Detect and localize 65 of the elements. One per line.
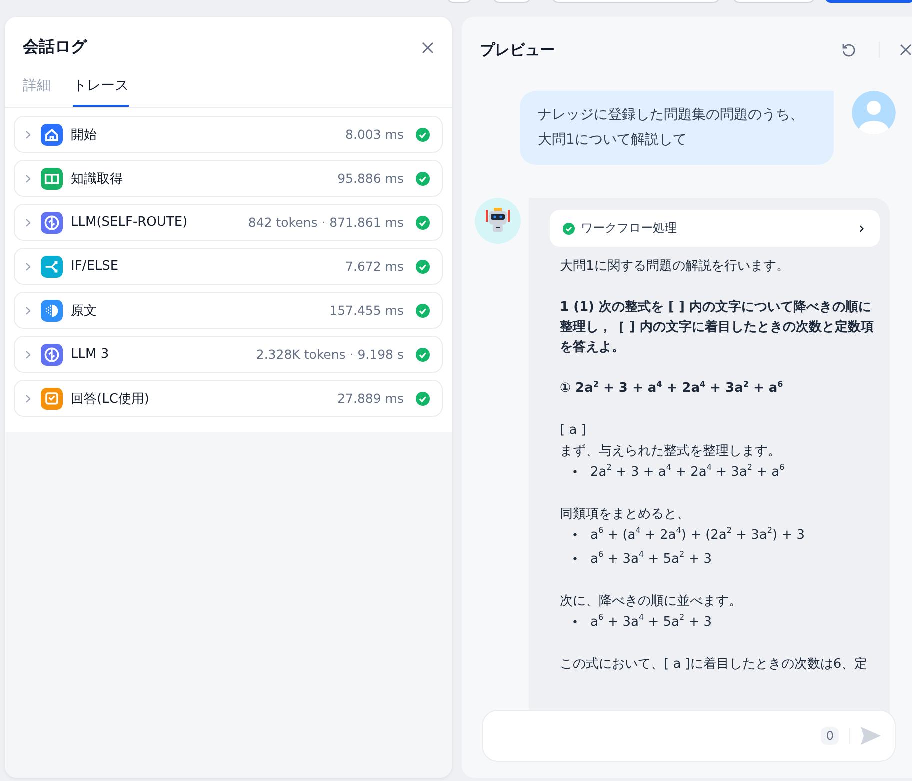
node-icon	[41, 300, 63, 322]
success-icon	[416, 172, 430, 186]
trace-row[interactable]: 回答(LC使用) 27.889 ms	[14, 380, 443, 417]
answer-text: 次に、降べきの順に並べます。	[560, 593, 743, 611]
close-icon[interactable]	[422, 42, 434, 54]
workflow-toggle[interactable]: ワークフロー処理	[550, 210, 880, 247]
success-icon	[416, 392, 430, 406]
trace-row[interactable]: LLM(SELF-ROUTE) 842 tokens · 871.861 ms	[14, 204, 443, 241]
preview-title: プレビュー	[480, 40, 556, 60]
list-item: a$^{6}$ + (a$^{4}$ + 2a$^{4}$) + (2a$^{2}$ + 3a$^{2}$) + 3	[590, 525, 805, 545]
node-name: 開始	[71, 126, 98, 144]
send-icon[interactable]	[860, 726, 882, 746]
trace-row[interactable]: 開始 8.003 ms	[14, 116, 443, 153]
node-icon	[41, 344, 63, 366]
node-icon	[41, 124, 63, 146]
node-metrics: 842 tokens · 871.861 ms	[248, 215, 404, 230]
trace-row[interactable]: LLM 3 2.328K tokens · 9.198 s	[14, 336, 443, 373]
node-metrics: 2.328K tokens · 9.198 s	[256, 347, 404, 362]
node-name: LLM(SELF-ROUTE)	[71, 215, 189, 230]
success-icon	[416, 216, 430, 230]
node-metrics: 95.886 ms	[338, 171, 404, 186]
node-name: 知識取得	[71, 170, 124, 188]
trace-row[interactable]: 知識取得 95.886 ms	[14, 160, 443, 197]
bullet: •	[572, 528, 578, 544]
refresh-icon[interactable]	[841, 42, 857, 58]
node-name: LLM 3	[71, 347, 110, 362]
bullet: •	[572, 615, 578, 631]
panel-title: 会話ログ	[23, 37, 87, 58]
list-item: 2a$^{2}$ + 3 + a$^{4}$ + 2a$^{4}$ + 3a$^{2}$ + a$^{6}$	[590, 462, 785, 482]
node-name: IF/ELSE	[71, 259, 120, 274]
trace-row[interactable]: 原文 157.455 ms	[14, 292, 443, 329]
robot-avatar	[475, 198, 521, 244]
success-icon	[416, 348, 430, 362]
node-name: 回答(LC使用)	[71, 390, 150, 408]
user-avatar	[852, 91, 896, 135]
node-name: 原文	[71, 302, 98, 320]
node-icon	[41, 168, 63, 190]
answer-text: 1 (1) 次の整式を [ ] 内の文字について降べきの順に整理し，［ ] 内の文字に着目したときの次数と定数項を答えよ。	[560, 298, 874, 357]
node-icon	[41, 212, 63, 234]
node-metrics: 27.889 ms	[338, 391, 404, 406]
answer-text: 大問1に関する問題の解説を行います。	[560, 258, 790, 276]
success-icon	[416, 304, 430, 318]
trace-row[interactable]: IF/ELSE 7.672 ms	[14, 248, 443, 285]
message-input[interactable]: 0	[482, 710, 896, 762]
node-metrics: 7.672 ms	[346, 259, 404, 274]
answer-text: まず、与えられた整式を整理します。	[560, 443, 782, 461]
list-item: a$^{6}$ + 3a$^{4}$ + 5a$^{2}$ + 3	[590, 612, 712, 632]
node-icon	[41, 388, 63, 410]
node-metrics: 8.003 ms	[346, 127, 404, 142]
user-message: ナレッジに登録した問題集の問題のうち、大問1について解説して	[520, 91, 834, 165]
success-icon	[416, 128, 430, 142]
bullet: •	[572, 465, 578, 481]
close-icon[interactable]	[900, 44, 912, 56]
list-item: a$^{6}$ + 3a$^{4}$ + 5a$^{2}$ + 3	[590, 549, 712, 569]
answer-text: ① 2a$^{2}$ + 3 + a$^{4}$ + 2a$^{4}$ + 3a$^{2}$ + a$^{6}$	[560, 379, 784, 398]
bullet: •	[572, 552, 578, 568]
success-icon	[416, 260, 430, 274]
chevron-icon[interactable]	[858, 224, 866, 232]
answer-text: 同類項をまとめると、	[560, 506, 691, 524]
node-icon	[41, 256, 63, 278]
node-metrics: 157.455 ms	[330, 303, 404, 318]
character-count: 0	[821, 727, 839, 745]
answer-text: [ a ]	[560, 422, 588, 440]
success-icon	[563, 222, 575, 234]
answer-text: この式において、[ a ]に着目したときの次数は6、定	[560, 656, 869, 674]
